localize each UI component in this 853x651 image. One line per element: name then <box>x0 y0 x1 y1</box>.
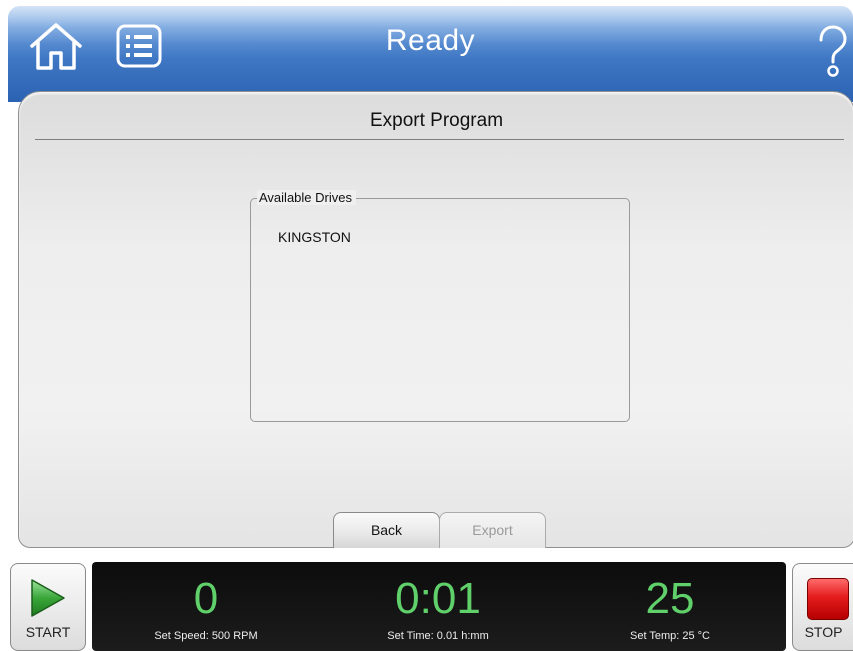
top-header-bar: Ready <box>8 6 853 102</box>
stop-label: STOP <box>804 624 843 640</box>
stop-button[interactable]: STOP <box>792 563 853 651</box>
help-button[interactable] <box>816 24 850 80</box>
export-button[interactable]: Export <box>439 512 546 548</box>
status-readout: 0 Set Speed: 500 RPM 0:01 Set Time: 0.01… <box>92 562 786 651</box>
export-program-panel: Export Program Available Drives KINGSTON… <box>18 91 853 548</box>
start-label: START <box>25 624 71 640</box>
page-title: Export Program <box>369 110 504 131</box>
play-icon <box>31 579 65 617</box>
available-drives-label: Available Drives <box>257 190 356 205</box>
speed-value: 0 <box>193 574 219 623</box>
available-drives-group: Available Drives KINGSTON <box>250 190 630 422</box>
set-temp-label: Set Temp: 25 °C <box>629 630 710 642</box>
set-time-label: Set Time: 0.01 h:mm <box>387 630 489 642</box>
back-button[interactable]: Back <box>333 512 440 548</box>
title-divider <box>35 139 844 140</box>
drive-item-kingston[interactable]: KINGSTON <box>278 229 351 245</box>
stop-icon <box>807 578 849 620</box>
set-speed-label: Set Speed: 500 RPM <box>154 630 258 642</box>
status-title: Ready <box>385 24 476 57</box>
action-buttons: Back Export <box>333 512 546 548</box>
time-value: 0:01 <box>395 574 481 623</box>
start-button[interactable]: START <box>10 563 86 651</box>
temp-value: 25 <box>645 574 695 623</box>
question-mark-icon <box>819 25 847 77</box>
